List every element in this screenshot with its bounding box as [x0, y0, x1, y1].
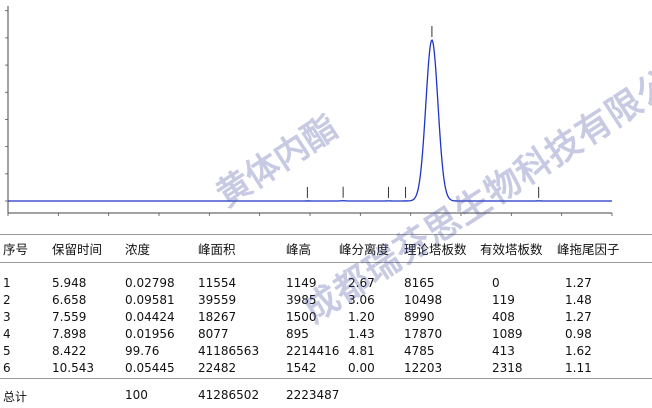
header-cell: 峰面积 [198, 242, 236, 257]
table-cell: 0.02798 [125, 276, 175, 290]
table-cell: 0.09581 [125, 293, 175, 307]
table-cell: 1.48 [565, 293, 592, 307]
header-cell: 理论塔板数 [404, 242, 467, 257]
table-cell: 10498 [404, 293, 443, 307]
table-row: 4 7.898 0.01956 8077 895 1.43 17870 1089 0.98 [0, 327, 652, 345]
table-cell: 5.948 [52, 276, 87, 290]
table-cell: 7.559 [52, 310, 87, 324]
table-cell: 1 [3, 276, 11, 290]
total-cell: 41286502 [198, 388, 260, 402]
table-cell: 7.898 [52, 327, 87, 341]
table-cell: 0.00 [348, 361, 375, 375]
table-cell: 3985 [286, 293, 317, 307]
header-cell: 保留时间 [52, 242, 103, 257]
table-cell: 10.543 [52, 361, 94, 375]
chromatogram-chart [0, 0, 652, 232]
table-cell: 1500 [286, 310, 317, 324]
table-cell: 413 [492, 344, 515, 358]
table-cell: 1089 [492, 327, 523, 341]
table-header-row: 序号 保留时间 浓度 峰面积 峰高 峰分离度 理论塔板数 有效塔板数 峰拖尾因子 [0, 239, 652, 257]
table-cell: 4.81 [348, 344, 375, 358]
table-cell: 12203 [404, 361, 443, 375]
header-cell: 浓度 [125, 242, 151, 257]
table-cell: 5 [3, 344, 11, 358]
table-cell: 8165 [404, 276, 435, 290]
table-cell: 1.43 [348, 327, 375, 341]
table-cell: 3.06 [348, 293, 375, 307]
table-cell: 1.27 [565, 310, 592, 324]
table-cell: 99.76 [125, 344, 160, 358]
total-row: 总计 100 41286502 2223487 [0, 388, 652, 406]
table-cell: 6.658 [52, 293, 87, 307]
table-row: 1 5.948 0.02798 11554 1149 2.67 8165 0 1.27 [0, 276, 652, 294]
table-cell: 8990 [404, 310, 435, 324]
table-cell: 2 [3, 293, 11, 307]
table-cell: 408 [492, 310, 515, 324]
table-cell: 1.20 [348, 310, 375, 324]
total-separator [0, 378, 652, 379]
table-row: 5 8.422 99.76 41186563 2214416 4.81 4785 413 1.6… [0, 344, 652, 362]
table-cell: 0.04424 [125, 310, 175, 324]
total-cell: 2223487 [286, 388, 340, 402]
table-cell: 0 [492, 276, 500, 290]
table-cell: 119 [492, 293, 515, 307]
table-cell: 8077 [198, 327, 229, 341]
table-top-border [0, 234, 652, 235]
table-cell: 1149 [286, 276, 317, 290]
header-cell: 峰分离度 [339, 242, 390, 257]
chromatogram-svg [5, 6, 613, 216]
peak-table: 序号 保留时间 浓度 峰面积 峰高 峰分离度 理论塔板数 有效塔板数 峰拖尾因子… [0, 232, 652, 408]
table-cell: 1542 [286, 361, 317, 375]
table-cell: 6 [3, 361, 11, 375]
table-cell: 2.67 [348, 276, 375, 290]
table-cell: 39559 [198, 293, 237, 307]
table-cell: 0.01956 [125, 327, 175, 341]
header-cell: 序号 [3, 242, 29, 257]
table-cell: 2214416 [286, 344, 340, 358]
table-cell: 11554 [198, 276, 237, 290]
table-cell: 0.98 [565, 327, 592, 341]
chromatogram-trace [8, 39, 612, 202]
table-cell: 0.05445 [125, 361, 175, 375]
table-cell: 4 [3, 327, 11, 341]
table-row: 2 6.658 0.09581 39559 3985 3.06 10498 119 1.48 [0, 293, 652, 311]
table-cell: 2318 [492, 361, 523, 375]
table-cell: 1.27 [565, 276, 592, 290]
table-cell: 3 [3, 310, 11, 324]
header-cell: 峰高 [286, 242, 312, 257]
table-cell: 1.62 [565, 344, 592, 358]
table-cell: 895 [286, 327, 309, 341]
header-cell: 有效塔板数 [480, 242, 543, 257]
header-separator [0, 262, 652, 263]
table-row: 6 10.543 0.05445 22482 1542 0.00 12203 2318 1.11 [0, 361, 652, 379]
table-cell: 41186563 [198, 344, 260, 358]
total-label: 总计 [3, 390, 28, 404]
table-cell: 8.422 [52, 344, 87, 358]
table-row: 3 7.559 0.04424 18267 1500 1.20 8990 408 1.27 [0, 310, 652, 328]
total-cell: 100 [125, 388, 148, 402]
table-cell: 18267 [198, 310, 237, 324]
table-cell: 22482 [198, 361, 237, 375]
table-cell: 4785 [404, 344, 435, 358]
table-cell: 1.11 [565, 361, 592, 375]
header-cell: 峰拖尾因子 [557, 242, 620, 257]
table-cell: 17870 [404, 327, 443, 341]
